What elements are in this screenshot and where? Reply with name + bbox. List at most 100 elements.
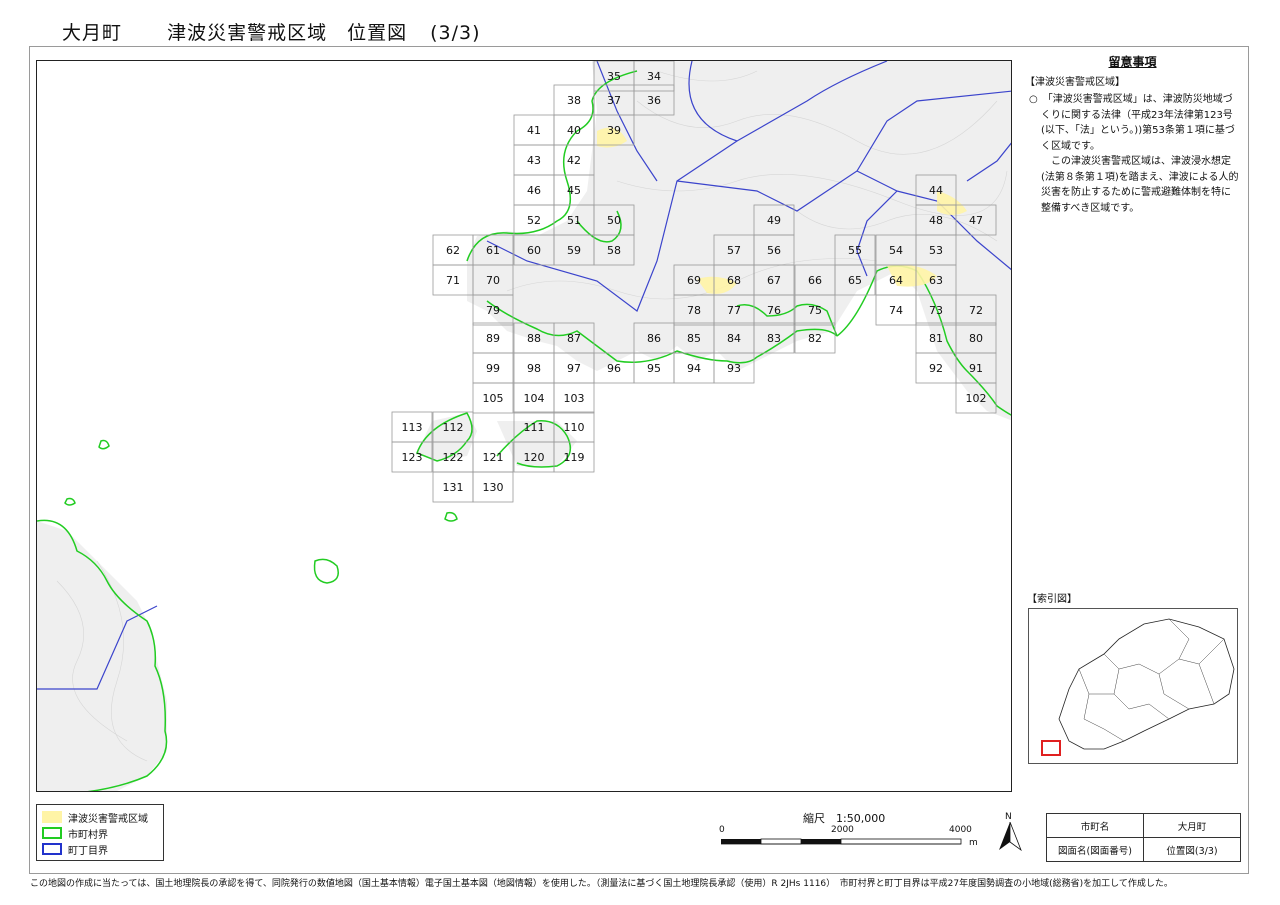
sheet-label-96: 96 (607, 362, 621, 375)
sheet-label-43: 43 (527, 154, 541, 167)
notes-panel: 留意事項 【津波災害警戒区域】 ○ 「津波災害警戒区域」は、津波防災地域づくりに… (1025, 55, 1240, 216)
legend-swatch-green (42, 827, 62, 839)
page-title: 大月町 津波災害警戒区域 位置図 (3/3) (62, 18, 507, 45)
scale-bar-graphic (721, 838, 962, 845)
legend: 津波災害警戒区域 市町村界 町丁目界 (36, 804, 164, 861)
title-page: (3/3) (430, 22, 481, 44)
sheet-label-81: 81 (929, 332, 943, 345)
north-arrow-icon (999, 822, 1022, 852)
sheet-label-52: 52 (527, 214, 541, 227)
info-town-key: 市町名 (1046, 813, 1144, 838)
sheet-label-71: 71 (446, 274, 460, 287)
sheet-label-62: 62 (446, 244, 460, 257)
index-map[interactable] (1028, 608, 1238, 764)
sheet-label-44: 44 (929, 184, 943, 197)
sheet-label-37: 37 (607, 94, 621, 107)
sheet-label-51: 51 (567, 214, 581, 227)
sheet-label-68: 68 (727, 274, 741, 287)
sheet-label-70: 70 (486, 274, 500, 287)
scale-tick-4000: 4000 (949, 825, 972, 835)
scale-tick-0: 0 (719, 825, 725, 835)
sheet-label-39: 39 (607, 124, 621, 137)
sheet-label-38: 38 (567, 94, 581, 107)
index-map-label: 【索引図】 (1027, 594, 1077, 605)
sheet-label-103: 103 (564, 392, 585, 405)
sheet-label-47: 47 (969, 214, 983, 227)
sheet-label-87: 87 (567, 332, 581, 345)
sheet-label-122: 122 (443, 451, 464, 464)
legend-item-tsunami: 津波災害警戒区域 (42, 809, 158, 825)
sheet-label-112: 112 (443, 421, 464, 434)
sheet-label-61: 61 (486, 244, 500, 257)
scale-bar: 縮尺 1:50,000 0 2000 4000 m (715, 808, 985, 853)
sheet-label-95: 95 (647, 362, 661, 375)
info-town-value: 大月町 (1143, 813, 1241, 838)
sheet-label-119: 119 (564, 451, 585, 464)
sheet-label-88: 88 (527, 332, 541, 345)
sheet-label-111: 111 (524, 421, 545, 434)
north-label: N (1005, 812, 1012, 822)
sheet-label-83: 83 (767, 332, 781, 345)
sheet-label-53: 53 (929, 244, 943, 257)
sheet-label-82: 82 (808, 332, 822, 345)
map-canvas: 35 34 38 37 36 41 40 39 43 42 46 45 52 51 50 49 62 61 60 59… (37, 61, 1011, 791)
sheet-label-48: 48 (929, 214, 943, 227)
legend-swatch-blue (42, 843, 62, 855)
sheet-label-94: 94 (687, 362, 701, 375)
sheet-label-91: 91 (969, 362, 983, 375)
sheet-label-84: 84 (727, 332, 741, 345)
sheet-label-99: 99 (486, 362, 500, 375)
sheet-label-78: 78 (687, 304, 701, 317)
north-arrow: N (995, 812, 1025, 852)
sheet-label-73: 73 (929, 304, 943, 317)
sheet-label-41: 41 (527, 124, 541, 137)
sheet-label-102: 102 (966, 392, 987, 405)
sheet-label-66: 66 (808, 274, 822, 287)
sheet-label-86: 86 (647, 332, 661, 345)
sheet-label-79: 79 (486, 304, 500, 317)
sheet-label-89: 89 (486, 332, 500, 345)
sheet-info-table: 市町名 大月町 図面名(図面番号) 位置図(3/3) (1046, 813, 1241, 862)
title-town: 大月町 (62, 22, 123, 44)
sheet-label-64: 64 (889, 274, 903, 287)
notes-paragraph-2: この津波災害警戒区域は、津波浸水想定(法第８条第１項)を踏まえ、津波による人的災… (1041, 156, 1239, 214)
notes-paragraph-1: ○ 「津波災害警戒区域」は、津波防災地域づくりに関する法律（平成23年法律第12… (1029, 94, 1235, 152)
sheet-label-36: 36 (647, 94, 661, 107)
legend-label: 市町村界 (68, 829, 108, 841)
legend-item-municipal: 市町村界 (42, 825, 158, 841)
sheet-label-105: 105 (483, 392, 504, 405)
sheet-label-85: 85 (687, 332, 701, 345)
sheet-label-123: 123 (402, 451, 423, 464)
sheet-label-69: 69 (687, 274, 701, 287)
main-map[interactable]: 35 34 38 37 36 41 40 39 43 42 46 45 52 51 50 49 62 61 60 59… (36, 60, 1012, 792)
sheet-label-60: 60 (527, 244, 541, 257)
sheet-label-35: 35 (607, 70, 621, 83)
sheet-label-92: 92 (929, 362, 943, 375)
sheet-label-45: 45 (567, 184, 581, 197)
index-current-sheet-marker (1041, 740, 1061, 756)
sheet-label-80: 80 (969, 332, 983, 345)
sheet-label-57: 57 (727, 244, 741, 257)
sheet-label-76: 76 (767, 304, 781, 317)
sheet-label-104: 104 (524, 392, 545, 405)
legend-label: 津波災害警戒区域 (68, 813, 148, 825)
sheet-label-93: 93 (727, 362, 741, 375)
legend-item-district: 町丁目界 (42, 841, 158, 857)
index-map-canvas (1041, 618, 1235, 756)
info-sheet-key: 図面名(図面番号) (1046, 837, 1144, 862)
sheet-label-67: 67 (767, 274, 781, 287)
notes-section-label: 【津波災害警戒区域】 (1025, 76, 1125, 88)
sheet-label-121: 121 (483, 451, 504, 464)
footer-credit: この地図の作成に当たっては、国土地理院長の承認を得て、同院発行の数値地図（国土基… (30, 879, 1173, 889)
sheet-label-34: 34 (647, 70, 661, 83)
sheet-label-98: 98 (527, 362, 541, 375)
sheet-label-74: 74 (889, 304, 903, 317)
sheet-label-55: 55 (848, 244, 862, 257)
sheet-label-42: 42 (567, 154, 581, 167)
sheet-label-97: 97 (567, 362, 581, 375)
sheet-label-75: 75 (808, 304, 822, 317)
sheet-label-54: 54 (889, 244, 903, 257)
sheet-label-72: 72 (969, 304, 983, 317)
scale-tick-2000: 2000 (831, 825, 854, 835)
sheet-label-77: 77 (727, 304, 741, 317)
